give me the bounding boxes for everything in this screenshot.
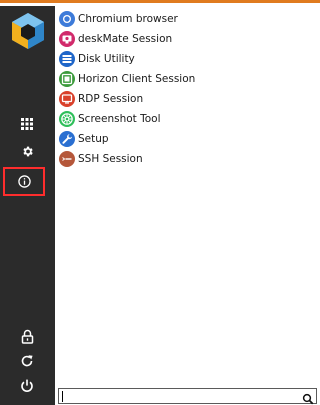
apps-grid-button[interactable] (12, 112, 42, 136)
power-button[interactable] (12, 374, 42, 398)
app-label: deskMate Session (78, 33, 173, 45)
search-bar (58, 388, 317, 405)
search-icon[interactable] (302, 390, 314, 405)
disk-icon (59, 51, 75, 67)
app-label: Screenshot Tool (78, 113, 161, 125)
setup-icon (59, 131, 75, 147)
ssh-icon (59, 151, 75, 167)
deskmate-icon (59, 31, 75, 47)
app-item-horizon[interactable]: Horizon Client Session (59, 69, 317, 89)
grid-icon (21, 118, 33, 130)
app-list: Chromium browser deskMate Session Disk U… (59, 9, 317, 169)
refresh-button[interactable] (12, 349, 42, 373)
rdp-icon (59, 91, 75, 107)
search-input[interactable] (61, 390, 296, 402)
refresh-icon (21, 355, 33, 367)
app-label: Setup (78, 133, 109, 145)
lock-button[interactable] (12, 324, 42, 348)
app-label: Chromium browser (78, 13, 178, 25)
settings-button[interactable] (12, 139, 42, 163)
text-caret (62, 391, 63, 402)
app-item-rdp[interactable]: RDP Session (59, 89, 317, 109)
app-item-screenshot-tool[interactable]: Screenshot Tool (59, 109, 317, 129)
gear-icon (22, 146, 33, 156)
app-label: Disk Utility (78, 53, 135, 65)
app-label: RDP Session (78, 93, 144, 105)
app-item-setup[interactable]: Setup (59, 129, 317, 149)
app-label: SSH Session (78, 153, 143, 165)
power-icon (21, 379, 33, 392)
app-item-deskmate[interactable]: deskMate Session (59, 29, 317, 49)
app-item-disk-utility[interactable]: Disk Utility (59, 49, 317, 69)
chromium-icon (59, 11, 75, 27)
lock-icon (21, 329, 33, 344)
app-item-ssh[interactable]: SSH Session (59, 149, 317, 169)
horizon-icon (59, 71, 75, 87)
screenshot-icon (59, 111, 75, 127)
sidebar (0, 6, 55, 405)
cube-logo-icon (11, 12, 45, 50)
launcher-window: Chromium browser deskMate Session Disk U… (0, 0, 320, 405)
info-icon (17, 175, 31, 188)
info-button[interactable] (3, 167, 45, 196)
app-label: Horizon Client Session (78, 73, 196, 85)
app-item-chromium[interactable]: Chromium browser (59, 9, 317, 29)
